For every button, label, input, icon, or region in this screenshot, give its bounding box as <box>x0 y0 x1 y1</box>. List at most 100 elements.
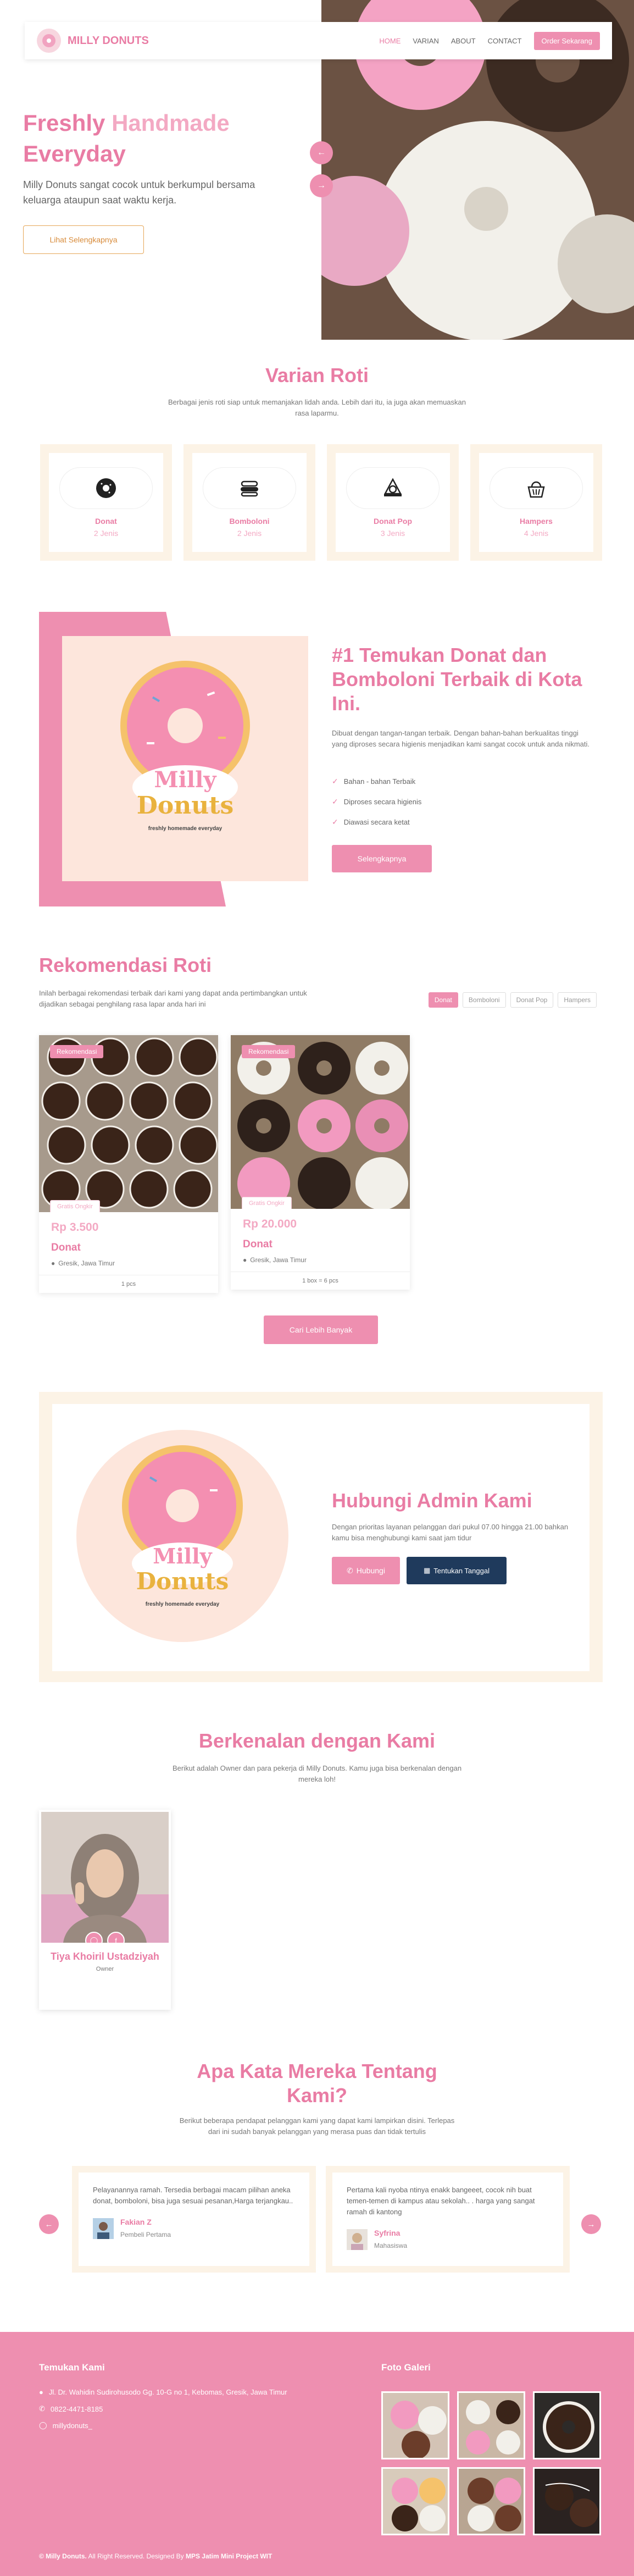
testimonials-subtitle: Berikut beberapa pendapat pelanggan kami… <box>179 2116 455 2136</box>
donut-logo-icon <box>37 29 61 53</box>
contact-logo: Milly Donuts freshly homemade everyday <box>76 1430 288 1642</box>
testimonial-prev-arrow-icon[interactable]: ← <box>39 2214 59 2234</box>
team-member-photo: ◯ f <box>41 1812 169 1943</box>
nav-varian-link[interactable]: VARIAN <box>413 37 438 45</box>
varian-card-donat-pop[interactable]: Donat Pop 3 Jenis <box>327 444 459 561</box>
calendar-icon: ▦ <box>424 1566 431 1574</box>
varian-title: Varian Roti <box>265 364 369 386</box>
nav-about-link[interactable]: ABOUT <box>451 37 476 45</box>
testimonial-role: Mahasiswa <box>374 2242 408 2249</box>
testimonial-avatar <box>347 2229 368 2250</box>
brand-name: MILLY DONUTS <box>68 34 149 47</box>
product-name: Donat <box>243 1239 272 1250</box>
varian-card-bomboloni[interactable]: Bomboloni 2 Jenis <box>183 444 315 561</box>
brand-logo[interactable]: MILLY DONUTS <box>37 29 149 53</box>
order-button[interactable]: Order Sekarang <box>533 31 600 50</box>
product-unit: 1 box = 6 pcs <box>231 1272 410 1290</box>
free-shipping-badge: Gratis Ongkir <box>242 1197 292 1209</box>
svg-text:freshly homemade everyday: freshly homemade everyday <box>146 1601 220 1607</box>
testimonial-card: Pelayanannya ramah. Tersedia berbagai ma… <box>72 2166 316 2273</box>
footer-find-title: Temukan Kami <box>39 2362 105 2373</box>
about-checklist: ✓ Bahan - bahan Terbaik ✓ Diproses secara … <box>332 777 421 838</box>
product-price: Rp 3.500 <box>51 1221 99 1234</box>
gallery-photo[interactable] <box>457 2467 525 2535</box>
team-member-name: Tiya Khoiril Ustadziyah <box>51 1951 159 1962</box>
about-logo-card: Milly Donuts freshly homemade everyday <box>62 636 308 881</box>
search-more-button[interactable]: Cari Lebih Banyak <box>264 1315 378 1344</box>
filter-donat[interactable]: Donat <box>428 992 458 1008</box>
milly-donuts-logo: Milly Donuts freshly homemade everyday <box>120 661 250 832</box>
footer-gallery-title: Foto Galeri <box>381 2362 431 2373</box>
product-location: ● Gresik, Jawa Timur <box>51 1259 115 1267</box>
varian-count: 2 Jenis <box>237 529 262 538</box>
testimonial-role: Pembeli Pertama <box>120 2231 171 2238</box>
hero-see-more-button[interactable]: Lihat Selengkapnya <box>23 225 144 254</box>
filter-tabs: Donat Bomboloni Donat Pop Hampers <box>428 992 597 1008</box>
gallery-photo[interactable] <box>457 2391 525 2459</box>
testimonial-name: Syfrina <box>374 2229 401 2237</box>
instagram-icon: ◯ <box>39 2421 47 2429</box>
gallery-photo[interactable] <box>381 2391 449 2459</box>
about-more-button[interactable]: Selengkapnya <box>332 845 432 872</box>
rekomendasi-title: Rekomendasi Roti <box>39 954 212 976</box>
svg-text:freshly homemade everyday: freshly homemade everyday <box>148 826 223 832</box>
gallery-photo[interactable] <box>533 2467 601 2535</box>
location-pin-icon: ● <box>51 1259 55 1267</box>
varian-card-donat[interactable]: Donat 2 Jenis <box>40 444 172 561</box>
varian-name: Donat Pop <box>374 517 412 526</box>
team-subtitle: Berikut adalah Owner dan para pekerja di… <box>172 1764 462 1783</box>
testimonial-next-arrow-icon[interactable]: → <box>581 2214 601 2234</box>
location-pin-icon: ● <box>39 2388 43 2396</box>
set-date-button[interactable]: ▦ Tentukan Tanggal <box>407 1557 507 1584</box>
varian-subtitle: Berbagai jenis roti siap untuk memanjaka… <box>168 398 466 417</box>
hero-prev-arrow-icon[interactable]: ← <box>310 141 333 164</box>
product-card[interactable]: Rekomendasi Gratis Ongkir Rp 20.000 Dona… <box>231 1035 410 1290</box>
svg-text:Donuts: Donuts <box>136 1568 229 1595</box>
recommend-badge: Rekomendasi <box>242 1045 296 1058</box>
check-icon: ✓ <box>332 797 338 806</box>
navbar: MILLY DONUTS HOME VARIAN ABOUT CONTACT O… <box>25 22 612 59</box>
testimonial-text: Pertama kali nyoba ntinya enakk bangeeet… <box>347 2186 535 2216</box>
filter-bomboloni[interactable]: Bomboloni <box>462 992 506 1008</box>
hero-next-arrow-icon[interactable]: → <box>310 174 333 197</box>
call-button[interactable]: ✆ Hubungi <box>332 1557 400 1584</box>
check-icon: ✓ <box>332 817 338 826</box>
hampers-icon <box>527 481 545 498</box>
nav-home-link[interactable]: HOME <box>379 37 401 45</box>
footer-phone[interactable]: ✆ 0822-4471-8185 <box>39 2404 103 2413</box>
recommend-badge: Rekomendasi <box>50 1045 104 1058</box>
check-item: ✓ Diawasi secara ketat <box>332 817 410 826</box>
donut-icon <box>96 478 116 498</box>
product-unit: 1 pcs <box>39 1275 218 1293</box>
filter-donat-pop[interactable]: Donat Pop <box>510 992 554 1008</box>
svg-text:Milly: Milly <box>153 1544 212 1568</box>
about-heading: #1 Temukan Donat dan Bomboloni Terbaik d… <box>332 644 582 715</box>
testimonial-card: Pertama kali nyoba ntinya enakk bangeeet… <box>326 2166 570 2273</box>
product-location: ● Gresik, Jawa Timur <box>243 1256 307 1264</box>
team-member-card: ◯ f Tiya Khoiril Ustadziyah Owner <box>39 1810 171 2010</box>
product-photo: Rekomendasi Gratis Ongkir <box>231 1035 410 1209</box>
phone-icon: ✆ <box>347 1566 353 1575</box>
varian-count: 3 Jenis <box>380 529 405 538</box>
product-name: Donat <box>51 1242 81 1253</box>
nav-contact-link[interactable]: CONTACT <box>488 37 522 45</box>
svg-text:Donuts: Donuts <box>137 792 234 820</box>
donut-pop-icon <box>383 478 402 496</box>
gallery-photo[interactable] <box>533 2391 601 2459</box>
filter-hampers[interactable]: Hampers <box>558 992 597 1008</box>
team-member-role: Owner <box>96 1966 114 1972</box>
free-shipping-badge: Gratis Ongkir <box>50 1200 100 1212</box>
varian-card-hampers[interactable]: Hampers 4 Jenis <box>470 444 602 561</box>
testimonial-avatar <box>93 2218 114 2239</box>
check-icon: ✓ <box>332 777 338 786</box>
check-item: ✓ Bahan - bahan Terbaik <box>332 777 416 786</box>
varian-name: Bomboloni <box>229 517 270 526</box>
check-item: ✓ Diproses secara higienis <box>332 797 422 806</box>
testimonial-name: Fakian Z <box>120 2218 152 2226</box>
gallery-photo[interactable] <box>381 2467 449 2535</box>
footer-instagram[interactable]: ◯ millydonuts_ <box>39 2421 92 2430</box>
product-card[interactable]: Rekomendasi Gratis Ongkir Rp 3.500 Donat… <box>39 1035 218 1293</box>
footer-copyright: © Milly Donuts. All Right Reserved. Desi… <box>39 2552 272 2560</box>
varian-name: Hampers <box>520 517 553 526</box>
designer-link[interactable]: MPS Jatim Mini Project WIT <box>186 2552 272 2560</box>
